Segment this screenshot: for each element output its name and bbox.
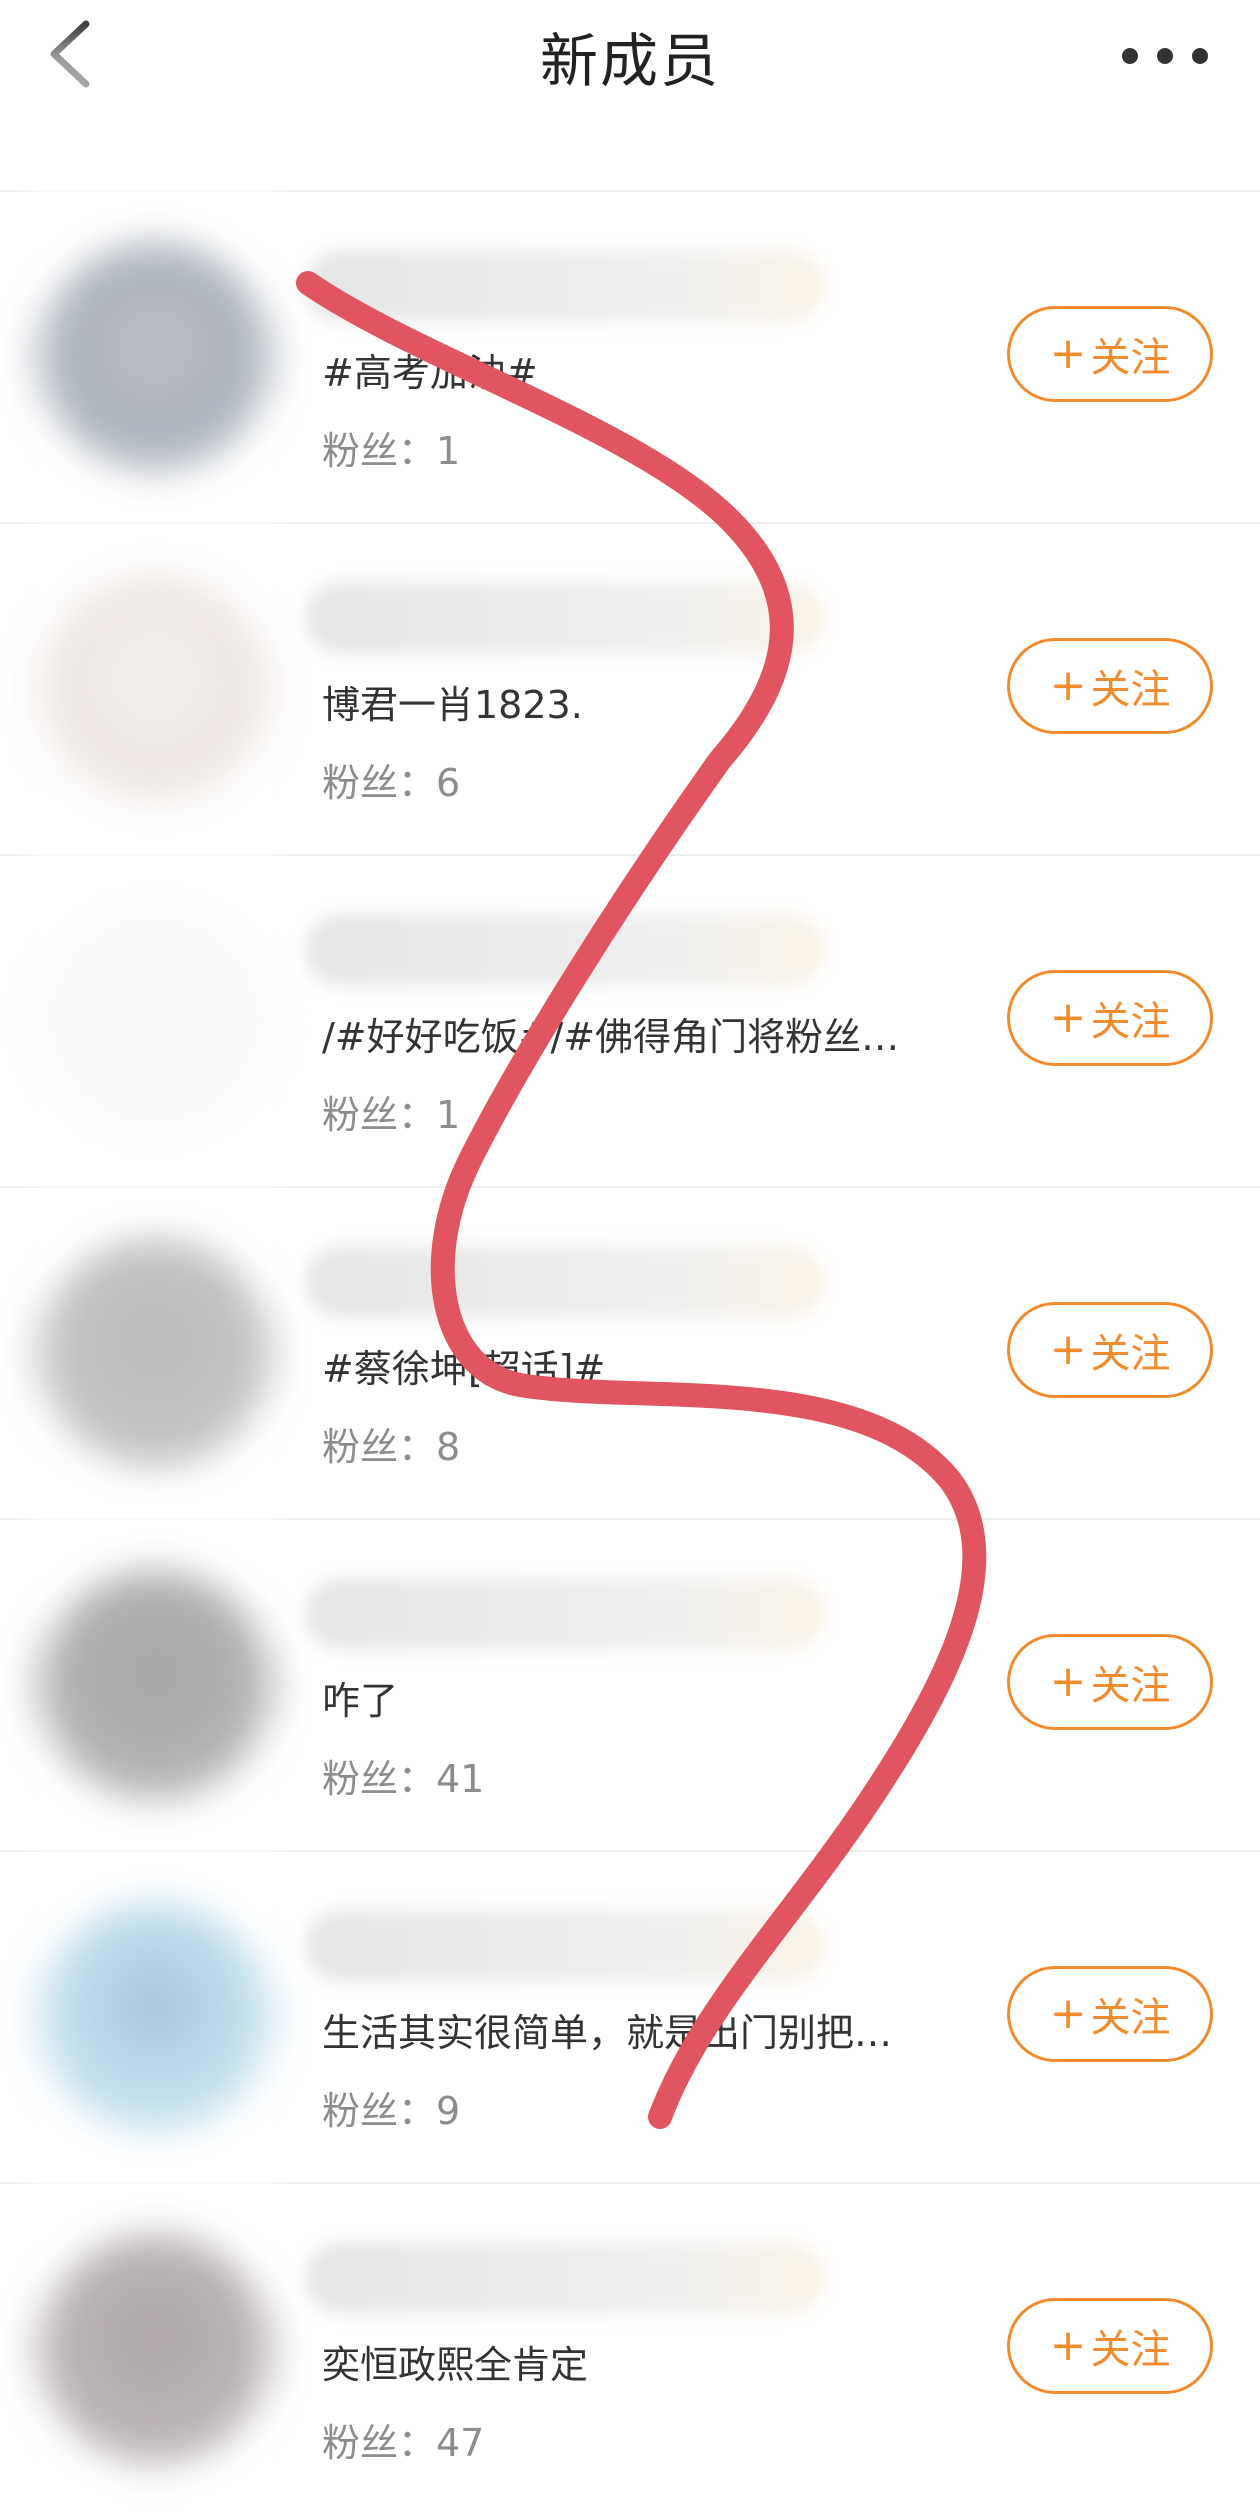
follow-button[interactable]: + 关注: [1007, 1966, 1213, 2062]
member-description: #高考加油#: [322, 351, 538, 395]
member-row[interactable]: 博君一肖1823. 粉丝：6 + 关注: [0, 524, 1260, 856]
fans-count: 粉丝：41: [322, 1757, 485, 1801]
avatar[interactable]: [40, 1902, 270, 2132]
follow-button[interactable]: + 关注: [1007, 1634, 1213, 1730]
plus-icon: +: [1049, 992, 1087, 1043]
plus-icon: +: [1049, 660, 1087, 711]
fans-count: 粉丝：47: [322, 2421, 485, 2465]
member-list: #高考加油# 粉丝：1 + 关注 博君一肖1823. 粉丝：6 + 关注/#好好吃饭#/#佛得…: [0, 192, 1260, 2512]
follow-button[interactable]: + 关注: [1007, 970, 1213, 1066]
follow-label: 关注: [1090, 335, 1171, 381]
member-name-redacted: [305, 250, 825, 322]
header-bar: 新成员: [0, 0, 1260, 132]
avatar[interactable]: [40, 242, 270, 472]
plus-icon: +: [1049, 1324, 1087, 1375]
follow-label: 关注: [1090, 1663, 1171, 1709]
follow-button[interactable]: + 关注: [1007, 638, 1213, 734]
plus-icon: +: [1049, 1988, 1087, 2039]
member-description: 博君一肖1823.: [322, 683, 583, 727]
fans-count: 粉丝：1: [322, 1093, 461, 1137]
avatar[interactable]: [40, 1570, 270, 1800]
member-description: 咋了: [322, 1679, 399, 1723]
follow-button[interactable]: + 关注: [1007, 306, 1213, 402]
avatar[interactable]: [40, 1238, 270, 1468]
plus-icon: +: [1049, 2320, 1087, 2371]
plus-icon: +: [1049, 328, 1087, 379]
member-description: 奕恒政熙全肯定: [322, 2343, 589, 2387]
follow-label: 关注: [1090, 1995, 1171, 2041]
member-description: /#好好吃饭#/#佛得角门将粉丝…: [322, 1015, 900, 1059]
page-title: 新成员: [539, 27, 720, 95]
follow-label: 关注: [1090, 2327, 1171, 2373]
fans-count: 粉丝：8: [322, 1425, 461, 1469]
avatar[interactable]: [40, 906, 270, 1136]
member-name-redacted: [305, 1578, 825, 1650]
avatar[interactable]: [40, 574, 270, 804]
member-row[interactable]: #高考加油# 粉丝：1 + 关注: [0, 192, 1260, 524]
follow-button[interactable]: + 关注: [1007, 2298, 1213, 2394]
member-description: #蔡徐坤[超话]#: [322, 1347, 606, 1391]
member-row[interactable]: /#好好吃饭#/#佛得角门将粉丝… 粉丝：1 + 关注: [0, 856, 1260, 1188]
member-description: 生活其实很简单，就是出门别把…: [322, 2011, 893, 2055]
member-name-redacted: [305, 914, 825, 986]
member-row[interactable]: 奕恒政熙全肯定 粉丝：47 + 关注: [0, 2184, 1260, 2512]
avatar[interactable]: [40, 2234, 270, 2464]
fans-count: 粉丝：1: [322, 429, 461, 473]
follow-label: 关注: [1090, 999, 1171, 1045]
member-name-redacted: [305, 2242, 825, 2314]
fans-count: 粉丝：9: [322, 2089, 461, 2133]
follow-label: 关注: [1090, 667, 1171, 713]
follow-label: 关注: [1090, 1331, 1171, 1377]
member-row[interactable]: 咋了粉丝：41 + 关注: [0, 1520, 1260, 1852]
fans-count: 粉丝：6: [322, 761, 461, 805]
member-name-redacted: [305, 1910, 825, 1982]
member-row[interactable]: #蔡徐坤[超话]# 粉丝：8 + 关注: [0, 1188, 1260, 1520]
plus-icon: +: [1049, 1656, 1087, 1707]
more-button[interactable]: [1120, 30, 1210, 80]
follow-button[interactable]: + 关注: [1007, 1302, 1213, 1398]
page: 新成员 #高考加油# 粉丝：1 + 关注 博君一肖1823. 粉丝：6 + 关注/#好好吃饭#…: [0, 0, 1260, 2512]
member-name-redacted: [305, 582, 825, 654]
member-row[interactable]: 生活其实很简单，就是出门别把… 粉丝：9 + 关注: [0, 1852, 1260, 2184]
member-name-redacted: [305, 1246, 825, 1318]
header-spacer: [0, 130, 1260, 192]
